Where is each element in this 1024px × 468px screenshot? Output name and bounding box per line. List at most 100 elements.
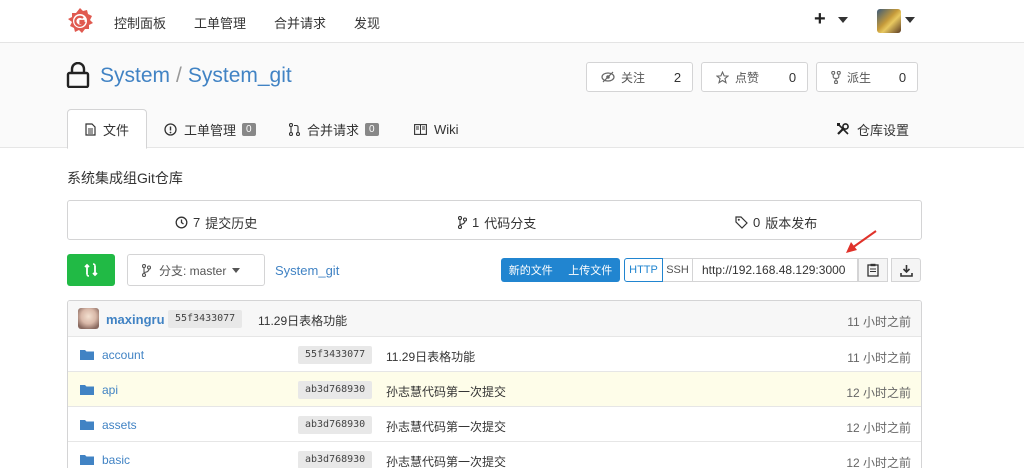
issues-count-badge: 0	[242, 122, 256, 136]
repo-description: 系统集成组Git仓库	[67, 170, 183, 186]
commit-message: 11.29日表格功能	[258, 314, 348, 328]
book-icon	[414, 123, 427, 135]
tab-issues[interactable]: 工单管理 0	[164, 109, 256, 149]
file-commit-message[interactable]: 孙志慧代码第一次提交	[386, 418, 506, 435]
clone-url-input[interactable]: http://192.168.48.129:3000	[693, 258, 858, 282]
tab-settings-label: 仓库设置	[857, 122, 910, 138]
table-row[interactable]: assets ab3d768930 孙志慧代码第一次提交 12 小时之前	[68, 406, 921, 441]
nav-pulls[interactable]: 合并请求	[274, 13, 326, 32]
repo-title-separator: /	[176, 64, 182, 87]
watch-button[interactable]: 关注	[586, 62, 664, 92]
tab-wiki-label: Wiki	[434, 121, 459, 137]
star-button[interactable]: 点赞	[701, 62, 779, 92]
compare-button[interactable]	[67, 254, 115, 286]
folder-icon	[80, 455, 94, 465]
nav-issues[interactable]: 工单管理	[194, 13, 246, 32]
releases-label: 版本发布	[765, 216, 818, 231]
history-icon	[175, 216, 188, 229]
table-row[interactable]: account 55f3433077 11.29日表格功能 11 小时之前	[68, 336, 921, 371]
watch-count[interactable]: 2	[663, 62, 693, 92]
branches-stat[interactable]: 1 代码分支	[458, 213, 536, 232]
fork-count[interactable]: 0	[888, 62, 918, 92]
commits-label: 提交历史	[205, 216, 258, 231]
git-branch-icon	[458, 216, 467, 229]
git-pull-request-icon	[289, 122, 300, 136]
file-commit-message[interactable]: 11.29日表格功能	[386, 348, 475, 365]
tools-icon	[837, 123, 849, 135]
folder-icon	[80, 420, 94, 430]
git-branch-icon	[142, 263, 151, 277]
path-breadcrumb[interactable]: System_git	[275, 263, 339, 278]
branch-label: 分支: master	[159, 263, 227, 278]
fork-label: 派生	[847, 70, 872, 85]
tag-icon	[735, 216, 748, 229]
branches-label: 代码分支	[484, 216, 537, 231]
upload-file-button[interactable]: 上传文件	[561, 258, 621, 282]
ssh-protocol-button[interactable]: SSH	[663, 258, 693, 282]
issue-opened-icon	[164, 122, 177, 136]
commit-author-link[interactable]: maxingru	[106, 312, 165, 327]
new-file-button[interactable]: 新的文件	[501, 258, 561, 282]
file-commit-time: 12 小时之前	[846, 421, 911, 435]
nav-explore[interactable]: 发现	[354, 13, 380, 32]
gogs-logo-icon[interactable]	[66, 7, 94, 35]
file-commit-time: 12 小时之前	[846, 386, 911, 400]
repo-title: System / System_git	[100, 64, 292, 88]
repo-name-link[interactable]: System_git	[188, 64, 292, 87]
clipboard-icon	[867, 263, 879, 277]
releases-stat[interactable]: 0 版本发布	[735, 213, 817, 232]
repo-stats-bar: 7 提交历史 1 代码分支 0 版本发布	[67, 200, 922, 240]
file-commit-sha[interactable]: ab3d768930	[298, 381, 373, 399]
file-name-link[interactable]: api	[102, 383, 118, 397]
commits-stat[interactable]: 7 提交历史	[175, 213, 257, 232]
top-navbar: 控制面板 工单管理 合并请求 发现 +	[0, 0, 1024, 43]
commit-sha-button[interactable]: 55f3433077	[168, 310, 243, 328]
branch-dropdown[interactable]: 分支: master	[127, 254, 265, 286]
file-commit-sha[interactable]: ab3d768930	[298, 416, 373, 434]
user-avatar[interactable]	[877, 9, 901, 33]
dropdown-caret-icon	[232, 267, 241, 273]
file-commit-message[interactable]: 孙志慧代码第一次提交	[386, 453, 506, 468]
file-name-link[interactable]: assets	[102, 418, 137, 432]
file-commit-sha[interactable]: ab3d768930	[298, 451, 373, 468]
copy-url-button[interactable]	[858, 258, 888, 282]
file-name-link[interactable]: basic	[102, 453, 130, 467]
latest-commit-row: maxingru 55f3433077 11.29日表格功能 11 小时之前	[68, 301, 921, 336]
tab-issues-label: 工单管理	[184, 122, 237, 138]
eye-slash-icon	[601, 71, 615, 83]
user-menu-caret-icon[interactable]	[905, 17, 915, 23]
download-button[interactable]	[891, 258, 921, 282]
branches-count: 1	[472, 215, 480, 230]
file-commit-message[interactable]: 孙志慧代码第一次提交	[386, 383, 506, 400]
http-protocol-button[interactable]: HTTP	[624, 258, 663, 282]
file-commit-time: 12 小时之前	[846, 456, 911, 468]
table-row[interactable]: api ab3d768930 孙志慧代码第一次提交 12 小时之前	[68, 371, 921, 406]
watch-label: 关注	[621, 70, 646, 85]
commit-author-avatar[interactable]	[78, 308, 99, 329]
file-actions-group: 新的文件 上传文件	[501, 258, 620, 282]
tab-wiki[interactable]: Wiki	[414, 109, 459, 149]
nav-dashboard[interactable]: 控制面板	[114, 13, 166, 32]
table-row[interactable]: basic ab3d768930 孙志慧代码第一次提交 12 小时之前	[68, 441, 921, 468]
annotation-arrow-icon	[846, 230, 877, 253]
repo-owner-link[interactable]: System	[100, 64, 170, 87]
file-commit-time: 11 小时之前	[847, 351, 911, 365]
file-table: maxingru 55f3433077 11.29日表格功能 11 小时之前 a…	[67, 300, 922, 468]
create-caret-icon[interactable]	[838, 17, 848, 23]
tab-files[interactable]: 文件	[67, 109, 147, 149]
download-icon	[899, 264, 913, 277]
file-commit-sha[interactable]: 55f3433077	[298, 346, 373, 364]
star-label: 点赞	[735, 70, 760, 85]
fork-button[interactable]: 派生	[816, 62, 891, 92]
star-count[interactable]: 0	[778, 62, 808, 92]
create-new-button[interactable]: +	[814, 8, 826, 31]
commit-time: 11 小时之前	[847, 315, 911, 329]
file-name-link[interactable]: account	[102, 348, 144, 362]
star-icon	[716, 70, 729, 84]
commits-count: 7	[193, 215, 201, 230]
tab-pulls[interactable]: 合并请求 0	[289, 109, 379, 149]
tab-settings[interactable]: 仓库设置	[836, 109, 909, 149]
tab-pulls-label: 合并请求	[307, 122, 360, 138]
releases-count: 0	[753, 215, 761, 230]
fork-icon	[831, 70, 841, 84]
